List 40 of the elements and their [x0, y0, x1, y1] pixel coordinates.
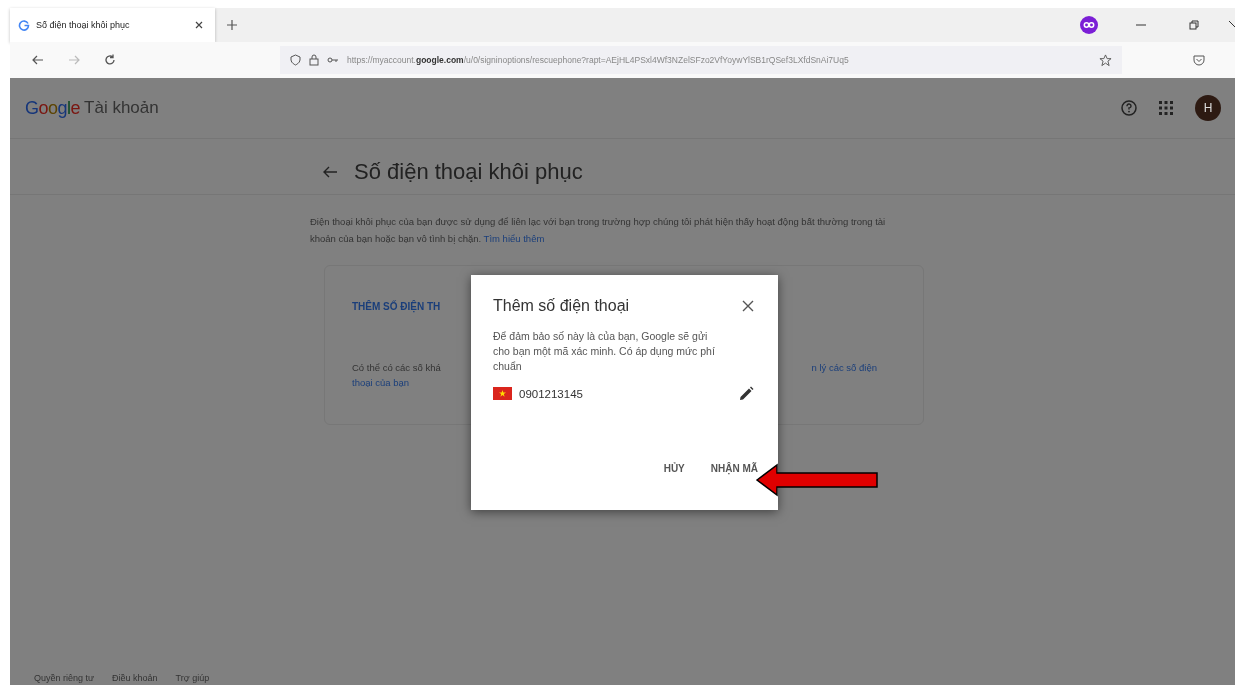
browser-tab[interactable]: Số điện thoại khôi phục: [10, 8, 215, 42]
pencil-icon[interactable]: [739, 386, 754, 401]
footer-link[interactable]: Trợ giúp: [175, 673, 210, 685]
help-icon[interactable]: [1121, 100, 1137, 116]
add-phone-button[interactable]: THÊM SỐ ĐIỆN TH: [352, 301, 441, 312]
extension-icon[interactable]: [1080, 16, 1098, 34]
footer-link[interactable]: Điều khoản: [112, 673, 158, 685]
dialog-title: Thêm số điện thoại: [493, 297, 630, 315]
phone-number: 0901213145: [519, 387, 583, 400]
dialog-button[interactable]: HỦY: [659, 459, 689, 478]
tab-title: Số điện thoại khôi phục: [36, 20, 131, 30]
description-text: Điện thoại khôi phục của bạn được sử dụng để liên lạc với bạn trong trường hợp chúng tôi phát hiện thấy hoạt động bất thường trong tài khoản của bạn hoặc bạn vô tình bị chặn. Tìm hiểu thêm: [310, 215, 887, 246]
shield-icon: [290, 54, 301, 66]
restore-icon[interactable]: [1189, 20, 1199, 30]
lock-icon: [309, 54, 319, 66]
url-text: https://myaccount.google.com/u/0/signinoptions/rescuephone?rapt=AEjHL4PSxl4Wf3NZelSFzo2VfYoywYlSB1rQSef3LXfdSnAi7Uq5: [347, 55, 850, 65]
new-tab-icon[interactable]: [227, 20, 237, 30]
close-icon[interactable]: [195, 21, 203, 29]
close-icon[interactable]: [742, 300, 754, 312]
product-name: Tài khoản: [84, 98, 159, 118]
google-g-icon: [18, 19, 30, 31]
key-icon: [327, 56, 339, 64]
pocket-icon[interactable]: [1193, 54, 1205, 66]
dialog-button[interactable]: NHẬN MÃ: [706, 459, 762, 478]
reload-icon[interactable]: [104, 54, 116, 66]
footer-link[interactable]: Quyền riêng tư: [34, 673, 95, 685]
back-arrow-icon[interactable]: [322, 164, 338, 179]
manage-numbers-link[interactable]: n lý các số điện: [811, 362, 877, 373]
flag-icon: [493, 387, 512, 400]
back-icon[interactable]: [32, 54, 44, 66]
dialog-message: Để đảm bảo số này là của bạn, Google sẽ gửi cho bạn một mã xác minh. Có áp dụng mức phí chuẩn: [493, 329, 716, 374]
apps-grid-icon[interactable]: [1159, 101, 1173, 115]
close-window-icon[interactable]: [1229, 20, 1235, 30]
note-text: Có thể có các số khá: [352, 362, 441, 373]
page-title: Số điện thoại khôi phục: [354, 158, 583, 185]
star-icon[interactable]: [1099, 53, 1112, 67]
google-logo[interactable]: Google: [25, 97, 81, 119]
account-avatar[interactable]: H: [1195, 95, 1221, 121]
address-bar[interactable]: https://myaccount.google.com/u/0/signinoptions/rescuephone?rapt=AEjHL4PSxl4Wf3NZelSFzo2VfYoywYlSB1rQSef3LXfdSnAi7Uq5: [280, 46, 1122, 74]
learn-more-link[interactable]: Tìm hiểu thêm: [483, 233, 545, 244]
